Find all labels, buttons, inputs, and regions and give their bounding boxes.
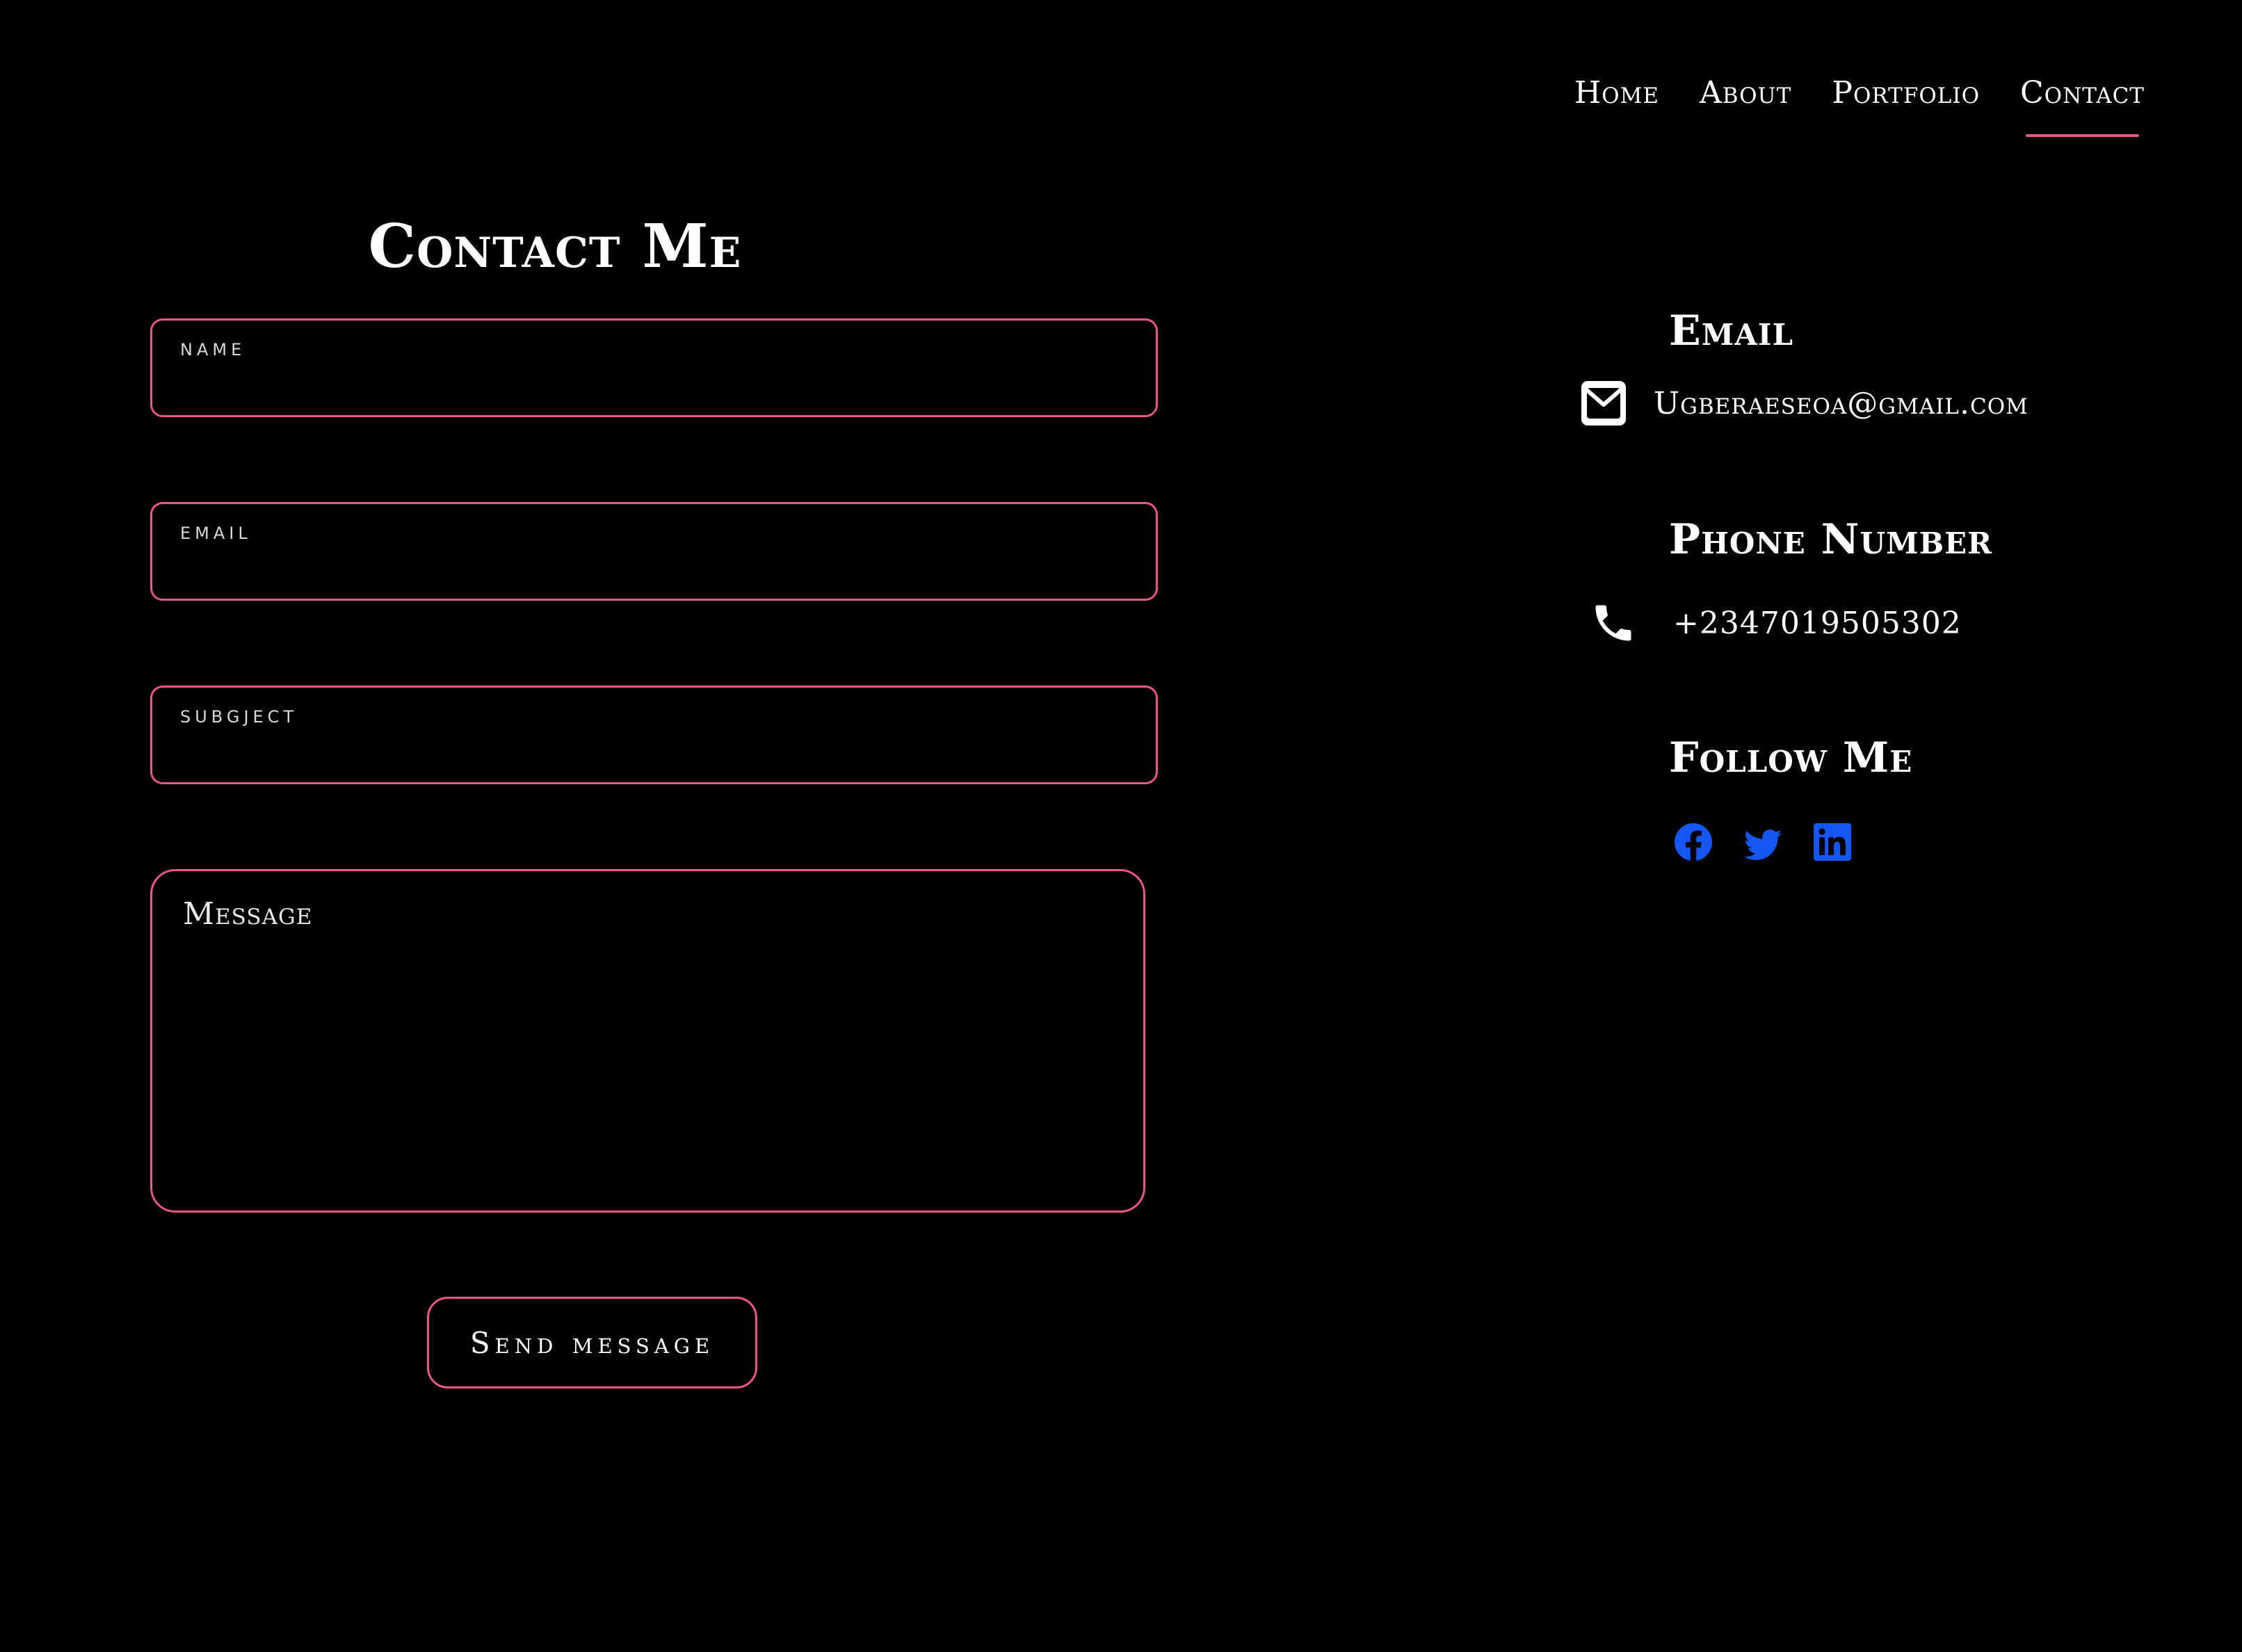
phone-heading: Phone Number [1669, 515, 1993, 564]
email-row: Ugberaeseoa@gmail.com [1579, 378, 2029, 428]
message-textarea[interactable] [150, 869, 1145, 1213]
name-label: name [180, 340, 246, 359]
twitter-icon[interactable] [1744, 826, 1782, 864]
name-field[interactable]: name [150, 318, 1158, 417]
linkedin-icon[interactable] [1814, 823, 1851, 861]
main-nav: Home About Portfolio Contact [1574, 75, 2145, 137]
phone-row: +2347019505302 [1590, 598, 1962, 648]
nav-about[interactable]: About [1700, 75, 1791, 111]
phone-icon [1590, 598, 1637, 648]
subject-label: subgject [180, 707, 298, 727]
nav-contact[interactable]: Contact [2020, 75, 2145, 137]
nav-portfolio[interactable]: Portfolio [1832, 75, 1980, 111]
nav-home[interactable]: Home [1574, 75, 1659, 111]
follow-heading: Follow Me [1669, 734, 1913, 782]
email-heading: Email [1669, 307, 1793, 355]
email-label: email [180, 524, 252, 543]
subject-input[interactable] [180, 729, 1128, 770]
send-message-button[interactable]: Send message [427, 1297, 757, 1388]
phone-number[interactable]: +2347019505302 [1673, 606, 1962, 641]
email-address[interactable]: Ugberaeseoa@gmail.com [1654, 386, 2029, 421]
email-input[interactable] [180, 546, 1128, 586]
email-field[interactable]: email [150, 502, 1158, 601]
contact-title: Contact Me [368, 211, 742, 282]
name-input[interactable] [180, 362, 1128, 403]
envelope-icon [1579, 378, 1629, 428]
subject-field[interactable]: subgject [150, 686, 1158, 784]
facebook-icon[interactable] [1675, 823, 1712, 861]
social-links [1675, 820, 1851, 864]
